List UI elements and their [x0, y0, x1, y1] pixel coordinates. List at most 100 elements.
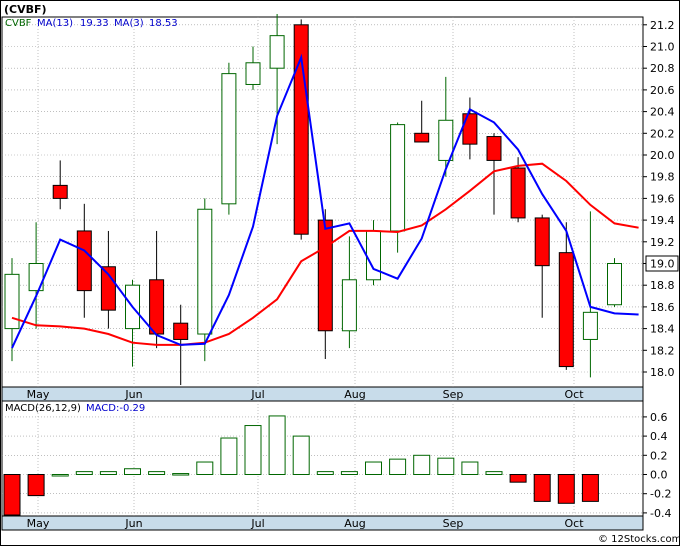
macd-bar-positive — [172, 473, 190, 476]
macd-bar-positive — [340, 471, 358, 475]
macd-bar-positive — [124, 468, 141, 475]
candle-body — [390, 124, 406, 232]
macd-bar-positive — [99, 471, 117, 475]
macd-bar-negative — [581, 474, 599, 502]
price-tick-label: 18.0 — [650, 366, 675, 379]
macd-month-band — [1, 515, 644, 531]
macd-bar-negative — [533, 474, 551, 502]
candle-up — [607, 258, 622, 307]
candle-down — [293, 19, 309, 240]
candle-body — [366, 230, 381, 281]
last-price-marker: 19.0 — [645, 255, 679, 272]
month-label: Jun — [124, 517, 142, 530]
candle-body — [558, 252, 574, 368]
macd-tick-label: 0.2 — [650, 449, 668, 462]
chart-svg: (CVBF) 18.018.218.418.618.819.019.219.41… — [0, 0, 680, 546]
price-tick-label: 19.8 — [650, 171, 675, 184]
macd-bar-negative — [3, 474, 21, 516]
candle-body — [245, 62, 261, 85]
macd-bar-negative — [27, 474, 45, 497]
price-tick-label: 18.4 — [650, 323, 675, 336]
month-label: Jul — [250, 517, 264, 530]
watermark: © 12Stocks.com — [598, 534, 680, 545]
month-label: Sep — [443, 388, 464, 401]
macd-tick-label: 0.6 — [650, 411, 668, 424]
candle-body — [173, 322, 189, 340]
month-label: Aug — [344, 517, 365, 530]
price-legend: CVBF MA(13) 19.33 MA(3) 18.53 — [5, 18, 178, 29]
chart-title: (CVBF) — [4, 3, 47, 16]
price-panel: 18.0 18.2 18.4 18.6 18.8 19.0 19.2 19.4 19.6 19.8… — [1, 13, 679, 402]
candle-body — [414, 132, 430, 143]
price-tick-label: 18.2 — [650, 344, 675, 357]
month-label: Jul — [250, 388, 264, 401]
price-tick-label: 18.8 — [650, 279, 675, 292]
legend-ma3-value: 18.53 — [149, 18, 178, 29]
macd-bar-positive — [196, 461, 214, 475]
candle-body — [607, 263, 622, 306]
candle-up — [221, 62, 237, 215]
candle-body — [269, 35, 285, 69]
macd-bar-positive — [51, 474, 69, 477]
macd-bar-positive — [461, 461, 479, 475]
month-label: Oct — [564, 517, 584, 530]
legend-ma13-label: MA(13) — [37, 18, 73, 29]
macd-bar-positive — [485, 471, 503, 475]
macd-bar-positive — [316, 471, 334, 475]
stock-chart: (CVBF) 18.018.218.418.618.819.019.219.41… — [0, 0, 680, 546]
price-tick-label: 20.8 — [650, 62, 675, 75]
month-label: Aug — [344, 388, 365, 401]
price-tick-label: 20.4 — [650, 106, 675, 119]
candle-body — [534, 217, 550, 267]
month-label: May — [27, 388, 50, 401]
month-label: Sep — [443, 517, 464, 530]
candle-body — [52, 184, 68, 199]
macd-tick-label: 0.4 — [650, 430, 668, 443]
macd-bar-negative — [557, 474, 575, 504]
month-label: Oct — [564, 388, 584, 401]
legend-symbol: CVBF — [5, 18, 32, 29]
macd-bar-positive — [437, 457, 455, 475]
price-tick-label: 19.4 — [650, 214, 675, 227]
price-tick-label: 19.6 — [650, 192, 675, 205]
price-tick-label: 20.0 — [650, 149, 675, 162]
price-month-band — [1, 386, 644, 402]
legend-macd-value: MACD:-0.29 — [86, 403, 145, 414]
macd-tick-label: 0.0 — [650, 469, 668, 482]
macd-tick-label: -0.2 — [650, 488, 671, 501]
candle-body — [341, 279, 357, 332]
macd-bar-negative — [509, 474, 527, 483]
candle-body — [149, 279, 165, 335]
legend-macd-label: MACD(26,12,9) — [5, 403, 81, 414]
candle-body — [197, 208, 213, 335]
candle-body — [4, 273, 20, 330]
macd-bar-positive — [148, 471, 166, 475]
macd-panel: -0.4-0.20.00.20.40.6 May Jun Jul Aug Sep Oct … — [1, 400, 671, 531]
price-tick-label: 20.2 — [650, 127, 675, 140]
macd-bar-positive — [413, 454, 431, 475]
price-tick-label: 21.0 — [650, 41, 675, 54]
macd-bar-positive — [389, 458, 407, 476]
price-tick-label: 18.6 — [650, 301, 675, 314]
price-tick-label: 20.6 — [650, 84, 675, 97]
candle-body — [486, 136, 502, 161]
legend-ma3-label: MA(3) — [114, 18, 144, 29]
macd-bar-positive — [268, 415, 286, 476]
macd-bar-positive — [365, 461, 382, 475]
candle-body — [510, 167, 526, 219]
macd-bar-positive — [75, 471, 93, 475]
candle-body — [462, 113, 478, 145]
macd-tick-label: -0.4 — [650, 507, 671, 520]
macd-bar-positive — [244, 425, 262, 476]
candle-body — [76, 230, 92, 292]
month-label: May — [27, 517, 50, 530]
macd-bar-positive — [220, 437, 238, 475]
candle-body — [221, 73, 237, 205]
macd-bar-positive — [292, 435, 310, 476]
candle-body — [317, 219, 333, 332]
candle-body — [582, 311, 598, 340]
legend-ma13-value: 19.33 — [80, 18, 109, 29]
month-label: Jun — [124, 388, 142, 401]
price-tick-label: 19.2 — [650, 236, 675, 249]
last-price-label: 19.0 — [650, 258, 675, 271]
